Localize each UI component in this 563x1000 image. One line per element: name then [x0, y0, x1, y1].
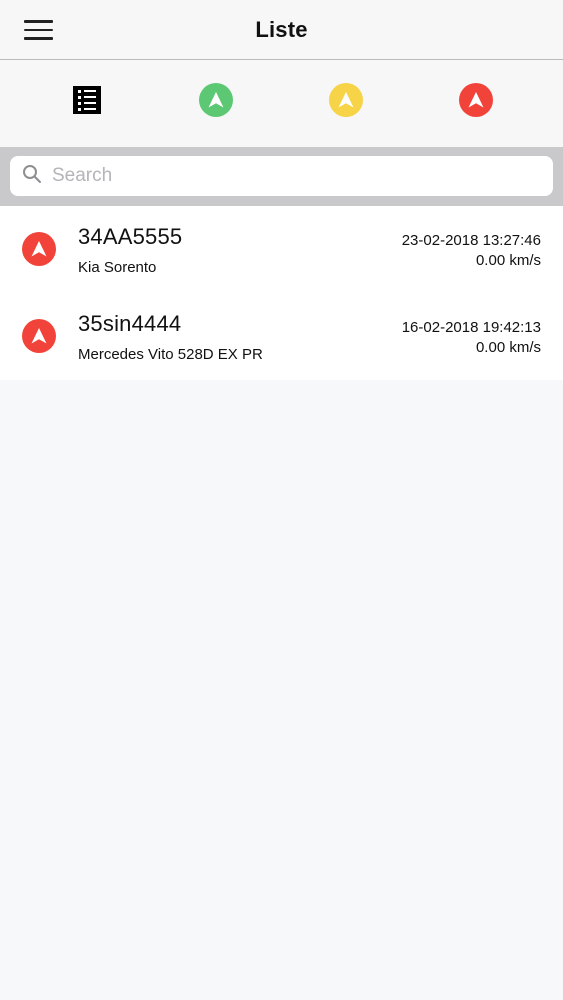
vehicle-plate: 35sin4444: [78, 311, 182, 336]
vehicle-list: 34AA5555 Kia Sorento 23-02-2018 13:27:46…: [0, 206, 563, 380]
filter-idle-button[interactable]: [328, 82, 364, 118]
vehicle-speed: 0.00 km/s: [475, 252, 541, 269]
vehicle-speed: 0.00 km/s: [475, 339, 541, 356]
page-title: Liste: [255, 17, 308, 42]
vehicle-timestamp: 16-02-2018 19:42:13: [401, 319, 541, 336]
search-input[interactable]: [52, 165, 532, 187]
status-navigation-arrow-icon: [22, 232, 56, 266]
status-filter-bar: [0, 60, 563, 147]
vehicle-model: Mercedes Vito 528D EX PR: [78, 346, 263, 363]
search-bar: [0, 147, 563, 206]
vehicle-timestamp: 23-02-2018 13:27:46: [401, 232, 541, 249]
search-icon: [22, 164, 42, 189]
red-navigation-arrow-icon: [459, 83, 493, 117]
search-field[interactable]: [10, 156, 553, 196]
green-navigation-arrow-icon: [199, 83, 233, 117]
yellow-navigation-arrow-icon: [329, 83, 363, 117]
filter-stopped-button[interactable]: [458, 82, 494, 118]
vehicle-row[interactable]: 35sin4444 Mercedes Vito 528D EX PR 16-02…: [0, 293, 563, 380]
vehicle-plate: 34AA5555: [78, 224, 183, 249]
filter-moving-button[interactable]: [198, 82, 234, 118]
list-icon: [73, 86, 101, 114]
header-bar: Liste: [0, 0, 563, 60]
app-screen: Liste Search 34AA5555 Kia Sorento 23-02-…: [0, 0, 563, 1000]
vehicle-model: Kia Sorento: [78, 259, 157, 276]
status-navigation-arrow-icon: [22, 319, 56, 353]
filter-all-button[interactable]: [69, 82, 105, 118]
vehicle-row[interactable]: 34AA5555 Kia Sorento 23-02-2018 13:27:46…: [0, 206, 563, 293]
